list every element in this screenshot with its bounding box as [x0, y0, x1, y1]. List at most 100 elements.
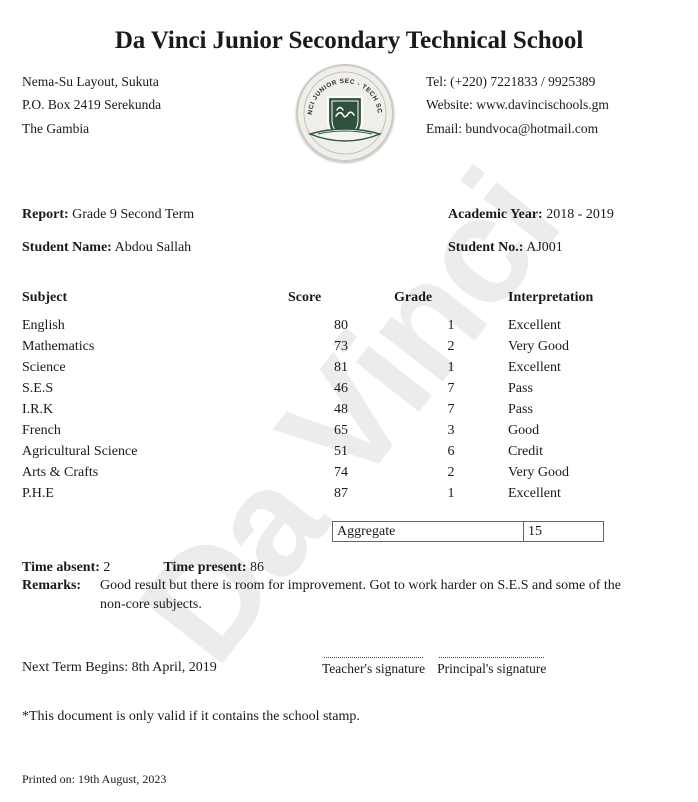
cell-score: 73: [334, 338, 348, 354]
cell-grade: 1: [447, 317, 455, 333]
school-name-title: Da Vinci Junior Secondary Technical Scho…: [114, 27, 584, 54]
cell-interpretation: Excellent: [508, 317, 561, 333]
table-header-row: Subject Score Grade Interpretation: [22, 290, 676, 315]
cell-interpretation: Pass: [508, 380, 533, 396]
aggregate-value: 15: [522, 521, 605, 542]
table-row: Agricultural Science 51 6 Credit: [22, 441, 676, 462]
cell-interpretation: Very Good: [508, 464, 570, 480]
cell-subject: Mathematics: [22, 338, 95, 354]
header-grade: Grade: [394, 290, 433, 305]
student-meta-row: Student Name: Abdou Sallah Student No.: …: [22, 240, 676, 256]
cell-grade: 1: [447, 359, 455, 375]
cell-subject: Science: [22, 359, 66, 375]
aggregate-label: Aggregate: [332, 521, 524, 542]
time-absent-value: 2: [103, 560, 111, 575]
academic-year-value: 2018 - 2019: [546, 207, 614, 222]
cell-score: 48: [334, 401, 348, 417]
academic-year-field: Academic Year: 2018 - 2019: [448, 207, 676, 223]
cell-interpretation: Excellent: [508, 359, 561, 375]
cell-subject: Arts & Crafts: [22, 464, 99, 480]
time-present-label: Time present:: [163, 560, 247, 575]
letterhead-row: Nema-Su Layout, Sukuta P.O. Box 2419 Ser…: [22, 59, 676, 162]
remarks-row: Remarks: Good result but there is room f…: [22, 577, 676, 615]
school-seal-svg: DA VINCI JUNIOR SEC - TECH SCHOOL: [293, 59, 393, 161]
cell-subject: English: [22, 317, 65, 333]
school-logo-container: DA VINCI JUNIOR SEC - TECH SCHOOL: [290, 59, 400, 162]
principal-signature-block: Principal's signature: [437, 656, 547, 677]
table-row: I.R.K 48 7 Pass: [22, 399, 676, 420]
cell-score: 46: [334, 380, 348, 396]
address-line-1: Nema-Su Layout, Sukuta: [22, 74, 159, 89]
printed-on-footer: Printed on: 19th August, 2023: [22, 772, 167, 786]
header-interpretation: Interpretation: [508, 290, 594, 305]
validity-note: *This document is only valid if it conta…: [22, 708, 360, 724]
cell-score: 65: [334, 422, 348, 438]
cell-grade: 6: [447, 443, 455, 459]
table-row: S.E.S 46 7 Pass: [22, 378, 676, 399]
cell-score: 81: [334, 359, 348, 375]
subject-scores-table: Subject Score Grade Interpretation Engli…: [22, 290, 676, 504]
header-subject: Subject: [22, 290, 68, 305]
cell-subject: Agricultural Science: [22, 443, 138, 459]
remarks-text: Good result but there is room for improv…: [100, 578, 622, 612]
cell-grade: 1: [447, 485, 455, 501]
cell-grade: 3: [447, 422, 455, 438]
report-card-document: Da Vinci Junior Secondary Technical Scho…: [0, 0, 698, 725]
cell-grade: 2: [447, 464, 455, 480]
cell-subject: I.R.K: [22, 401, 54, 417]
academic-year-label: Academic Year:: [448, 207, 543, 222]
cell-subject: S.E.S: [22, 380, 54, 396]
attendance-row: Time absent: 2 Time present: 86: [22, 560, 676, 576]
aggregate-section: Aggregate 15: [22, 521, 676, 542]
cell-interpretation: Credit: [508, 443, 543, 459]
next-term-value: 8th April, 2019: [131, 659, 217, 675]
report-field: Report: Grade 9 Second Term: [22, 207, 442, 223]
principal-signature-caption: Principal's signature: [437, 660, 547, 676]
cell-score: 80: [334, 317, 348, 333]
teacher-signature-caption: Teacher's signature: [322, 660, 426, 676]
report-label: Report:: [22, 207, 69, 222]
student-number-field: Student No.: AJ001: [448, 240, 676, 256]
student-number-label: Student No.:: [448, 240, 524, 255]
time-present-value: 86: [250, 560, 265, 575]
cell-grade: 7: [447, 380, 455, 396]
table-row: P.H.E 87 1 Excellent: [22, 483, 676, 504]
table-row: English 80 1 Excellent: [22, 315, 676, 336]
cell-grade: 7: [447, 401, 455, 417]
teacher-signature-block: Teacher's signature: [322, 656, 426, 677]
student-name-value: Abdou Sallah: [114, 240, 192, 255]
contact-email: Email: bundvoca@hotmail.com: [426, 120, 599, 136]
contact-phone: Tel: (+220) 7221833 / 9925389: [426, 74, 596, 89]
address-line-3: The Gambia: [22, 120, 90, 136]
teacher-signature-line: [324, 656, 424, 658]
student-number-value: AJ001: [526, 240, 563, 255]
cell-interpretation: Pass: [508, 401, 533, 417]
table-row: French 65 3 Good: [22, 420, 676, 441]
cell-interpretation: Excellent: [508, 485, 561, 501]
next-term-label: Next Term Begins:: [22, 659, 129, 675]
aggregate-row: Aggregate 15: [332, 521, 605, 542]
remarks-label: Remarks:: [22, 578, 82, 593]
school-seal-icon: DA VINCI JUNIOR SEC - TECH SCHOOL: [293, 59, 394, 162]
cell-subject: French: [22, 422, 61, 438]
table-row: Science 81 1 Excellent: [22, 357, 676, 378]
principal-signature-line: [439, 656, 545, 658]
cell-score: 51: [334, 443, 348, 459]
table-row: Mathematics 73 2 Very Good: [22, 336, 676, 357]
school-contact-block: Tel: (+220) 7221833 / 9925389 Website: w…: [418, 70, 676, 140]
report-value: Grade 9 Second Term: [72, 207, 195, 222]
contact-website: Website: www.davincischools.gm: [426, 97, 609, 113]
cell-grade: 2: [447, 338, 455, 354]
signature-row: Next Term Begins: 8th April, 2019 Teache…: [22, 656, 676, 677]
cell-interpretation: Good: [508, 422, 540, 438]
school-address-block: Nema-Su Layout, Sukuta P.O. Box 2419 Ser…: [22, 70, 272, 140]
cell-subject: P.H.E: [22, 485, 54, 501]
cell-interpretation: Very Good: [508, 338, 570, 354]
student-name-label: Student Name:: [22, 240, 112, 255]
cell-score: 74: [334, 464, 348, 480]
address-line-2: P.O. Box 2419 Serekunda: [22, 97, 162, 113]
student-name-field: Student Name: Abdou Sallah: [22, 240, 442, 256]
cell-score: 87: [334, 485, 348, 501]
next-term-field: Next Term Begins: 8th April, 2019: [22, 660, 322, 677]
table-row: Arts & Crafts 74 2 Very Good: [22, 462, 676, 483]
